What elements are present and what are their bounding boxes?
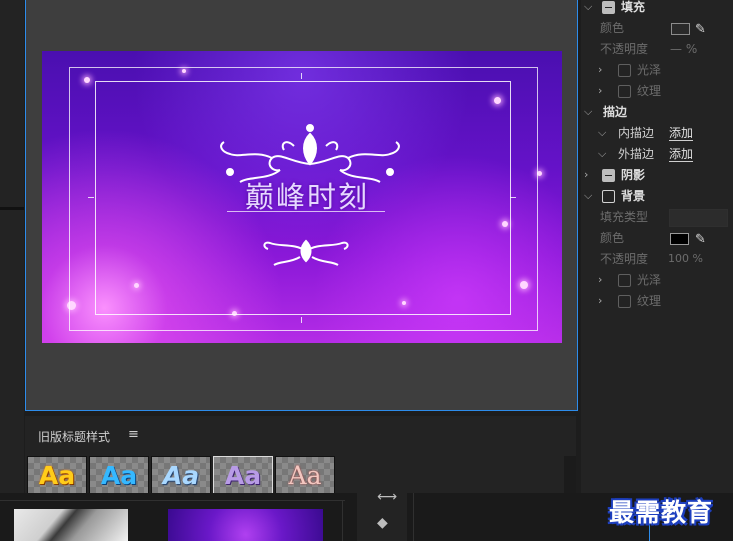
fill-label: 填充 <box>621 0 646 14</box>
style-swatch[interactable]: Aa <box>27 456 87 494</box>
swatch-label: Aa <box>100 460 138 490</box>
sheen-label: 光泽 <box>637 63 662 77</box>
panel-title: 旧版标题样式 <box>38 430 111 444</box>
swatch-label: Aa <box>162 460 200 490</box>
fill-sheen-row[interactable]: › 光泽 <box>581 60 733 80</box>
scrollbar[interactable] <box>564 456 576 493</box>
chevron-right-icon[interactable]: › <box>598 291 602 311</box>
chevron-right-icon[interactable]: › <box>598 60 602 80</box>
fill-section-header[interactable]: ⌵ 填充 <box>581 0 733 17</box>
eyedropper-icon[interactable]: ✎ <box>695 230 706 250</box>
texture-checkbox[interactable] <box>618 295 631 308</box>
chevron-down-icon[interactable]: ⌵ <box>584 102 592 122</box>
background-color-swatch[interactable] <box>670 233 689 245</box>
add-inner-stroke-link[interactable]: 添加 <box>669 126 694 141</box>
ornament-bottom-icon <box>263 239 349 266</box>
texture-checkbox[interactable] <box>618 85 631 98</box>
outer-stroke-label: 外描边 <box>618 147 655 161</box>
swatch-label: Aa <box>224 460 262 490</box>
style-swatch[interactable]: Aa <box>89 456 149 494</box>
guide-tick <box>510 197 516 198</box>
background-color-label: 颜色 <box>600 231 625 245</box>
background-label: 背景 <box>621 189 646 203</box>
legacy-title-styles-panel: 旧版标题样式 ≡ Aa Aa Aa Aa Aa <box>25 416 576 494</box>
style-swatch-list: Aa Aa Aa Aa Aa <box>27 456 335 494</box>
timeline-strip: ⟷ ◆ 最需教育 <box>0 489 733 541</box>
chevron-down-icon[interactable]: ⌵ <box>598 123 606 143</box>
sheen-label: 光泽 <box>637 273 662 287</box>
watermark: 最需教育 <box>609 498 714 527</box>
background-checkbox[interactable] <box>602 190 615 203</box>
fill-opacity-row: 不透明度 — % <box>581 39 733 59</box>
fill-opacity-value[interactable]: — % <box>670 39 697 59</box>
divider <box>342 500 343 541</box>
fill-type-select[interactable] <box>669 209 728 227</box>
title-text[interactable]: 巅峰时刻 <box>227 174 387 216</box>
sheen-checkbox[interactable] <box>618 274 631 287</box>
texture-label: 纹理 <box>637 84 662 98</box>
left-panel-edge <box>0 0 24 493</box>
divider <box>413 493 414 541</box>
properties-panel: ⌵ 填充 颜色 ✎ 不透明度 — % › 光泽 › 纹理 ⌵ 描边 ⌵ 内描边 … <box>581 0 733 493</box>
chevron-right-icon[interactable]: › <box>584 165 588 185</box>
title-underline <box>227 211 385 212</box>
guide-tick <box>88 197 94 198</box>
background-sheen-row[interactable]: › 光泽 <box>581 270 733 290</box>
chevron-down-icon[interactable]: ⌵ <box>584 186 592 206</box>
background-opacity-label: 不透明度 <box>600 252 649 266</box>
shadow-section-header[interactable]: › 阴影 <box>581 165 733 185</box>
style-swatch[interactable]: Aa <box>275 456 335 494</box>
video-frame[interactable]: 巅峰时刻 <box>42 51 562 343</box>
ripple-edit-icon[interactable]: ⟷ <box>377 489 397 505</box>
inner-stroke-label: 内描边 <box>618 126 655 140</box>
style-swatch-selected[interactable]: Aa <box>213 456 273 494</box>
shadow-label: 阴影 <box>621 168 646 182</box>
chevron-right-icon[interactable]: › <box>598 81 602 101</box>
clip-thumbnail[interactable] <box>14 509 128 541</box>
divider <box>0 500 345 501</box>
fill-type-row: 填充类型 <box>581 207 733 227</box>
background-opacity-row: 不透明度 100 % <box>581 249 733 269</box>
chevron-down-icon[interactable]: ⌵ <box>584 0 592 17</box>
hamburger-icon[interactable]: ≡ <box>128 427 139 442</box>
swatch-label: Aa <box>38 460 76 490</box>
fill-color-swatch[interactable] <box>671 23 690 35</box>
program-monitor-panel[interactable]: 巅峰时刻 <box>25 0 578 411</box>
swatch-label: Aa <box>288 460 322 490</box>
clip-thumbnail[interactable] <box>168 509 323 541</box>
divider <box>0 207 24 210</box>
fill-opacity-label: 不透明度 <box>600 42 649 56</box>
eyedropper-icon[interactable]: ✎ <box>695 20 706 40</box>
texture-label: 纹理 <box>637 294 662 308</box>
razor-icon[interactable]: ◆ <box>377 515 388 531</box>
chevron-down-icon[interactable]: ⌵ <box>598 144 606 164</box>
outer-stroke-row: ⌵ 外描边 添加 <box>581 144 733 164</box>
background-opacity-value[interactable]: 100 % <box>668 249 703 269</box>
chevron-right-icon[interactable]: › <box>598 270 602 290</box>
stroke-label: 描边 <box>603 105 628 119</box>
inner-stroke-row: ⌵ 内描边 添加 <box>581 123 733 143</box>
stroke-section-header[interactable]: ⌵ 描边 <box>581 102 733 122</box>
fill-type-label: 填充类型 <box>600 210 649 224</box>
background-section-header[interactable]: ⌵ 背景 <box>581 186 733 206</box>
fill-color-label: 颜色 <box>600 21 625 35</box>
style-swatch[interactable]: Aa <box>151 456 211 494</box>
fill-checkbox[interactable] <box>602 1 615 14</box>
shadow-checkbox[interactable] <box>602 169 615 182</box>
guide-tick <box>301 73 302 79</box>
fill-color-row: 颜色 ✎ <box>581 18 733 38</box>
background-color-row: 颜色 ✎ <box>581 228 733 248</box>
sheen-checkbox[interactable] <box>618 64 631 77</box>
fill-texture-row[interactable]: › 纹理 <box>581 81 733 101</box>
add-outer-stroke-link[interactable]: 添加 <box>669 147 694 162</box>
guide-tick <box>301 317 302 323</box>
background-texture-row[interactable]: › 纹理 <box>581 291 733 311</box>
tools-panel: ⟷ ◆ <box>357 489 407 541</box>
